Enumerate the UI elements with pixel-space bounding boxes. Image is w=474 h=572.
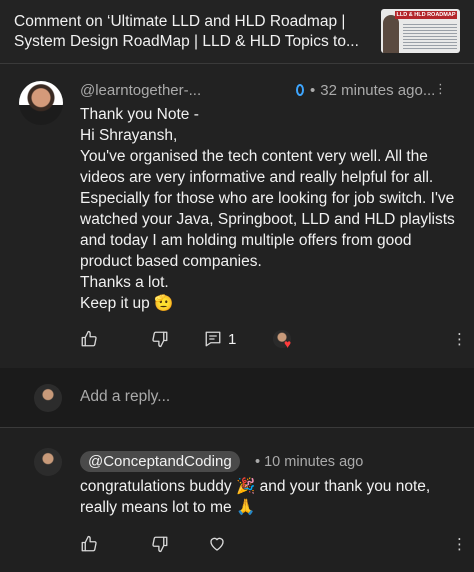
party-emoji: 🎉: [235, 477, 256, 495]
thumbnail-banner: LLD & HLD ROADMAP: [395, 11, 457, 19]
heart-icon: ♥: [284, 337, 292, 351]
video-title[interactable]: Comment on ‘Ultimate LLD and HLD Roadmap…: [14, 12, 369, 52]
more-vertical-icon[interactable]: ⋮: [452, 330, 467, 348]
creator-heart: ♥: [273, 330, 297, 352]
reply-actions: ⋮: [80, 535, 470, 557]
reply-time: 10 minutes ago: [264, 454, 364, 470]
reply-author-chip[interactable]: @ConceptandCoding: [80, 451, 240, 472]
reply-author-avatar[interactable]: [34, 448, 62, 476]
commenter-handle[interactable]: @learntogether-...: [80, 82, 201, 99]
reply-count[interactable]: 1: [228, 331, 236, 348]
salute-emoji: 🫡: [154, 294, 174, 312]
comment-time: 32 minutes ago...: [320, 82, 436, 99]
thumb-up-icon[interactable]: [80, 330, 98, 348]
reply-separator: •: [255, 454, 261, 470]
comment-actions: 1 ♥ ⋮: [80, 330, 470, 352]
comment-line-5-text: Keep it up: [80, 295, 150, 312]
reply-meta: • 10 minutes ago: [255, 454, 363, 470]
more-vertical-icon[interactable]: ⋮: [452, 535, 467, 553]
reply-input-bar[interactable]: [0, 368, 474, 428]
water-drop-icon: [296, 84, 304, 96]
reply-text-1: congratulations buddy: [80, 478, 236, 495]
reply-input[interactable]: Add a reply...: [80, 388, 170, 406]
comment-meta: • 32 minutes ago...: [296, 82, 435, 99]
comment-line-4: Thanks a lot.: [80, 274, 169, 291]
commenter-avatar[interactable]: [19, 81, 63, 125]
more-vertical-icon[interactable]: ⋮: [434, 81, 448, 97]
comment-header: Comment on ‘Ultimate LLD and HLD Roadmap…: [0, 0, 474, 64]
thumb-down-icon[interactable]: [151, 330, 169, 348]
comment-line-2: Hi Shrayansh,: [80, 127, 178, 144]
thumb-down-icon[interactable]: [151, 535, 169, 553]
thumb-up-icon[interactable]: [80, 535, 98, 553]
reply-comment-icon[interactable]: [204, 330, 222, 348]
comment-line-1: Thank you Note -: [80, 106, 199, 123]
meta-separator: •: [310, 82, 316, 99]
comment-line-5: Keep it up 🫡: [80, 293, 460, 314]
reply-body: congratulations buddy 🎉 and your thank y…: [80, 476, 450, 518]
my-avatar: [34, 384, 62, 412]
pray-emoji: 🙏: [235, 498, 256, 516]
video-thumbnail[interactable]: LLD & HLD ROADMAP: [381, 9, 460, 53]
thumbnail-table: [403, 22, 457, 50]
heart-icon[interactable]: [208, 535, 226, 553]
comment-line-3: You've organised the tech content very w…: [80, 148, 455, 270]
comment-body: Thank you Note - Hi Shrayansh, You've orga…: [80, 104, 460, 314]
thumbnail-person: [383, 15, 399, 53]
